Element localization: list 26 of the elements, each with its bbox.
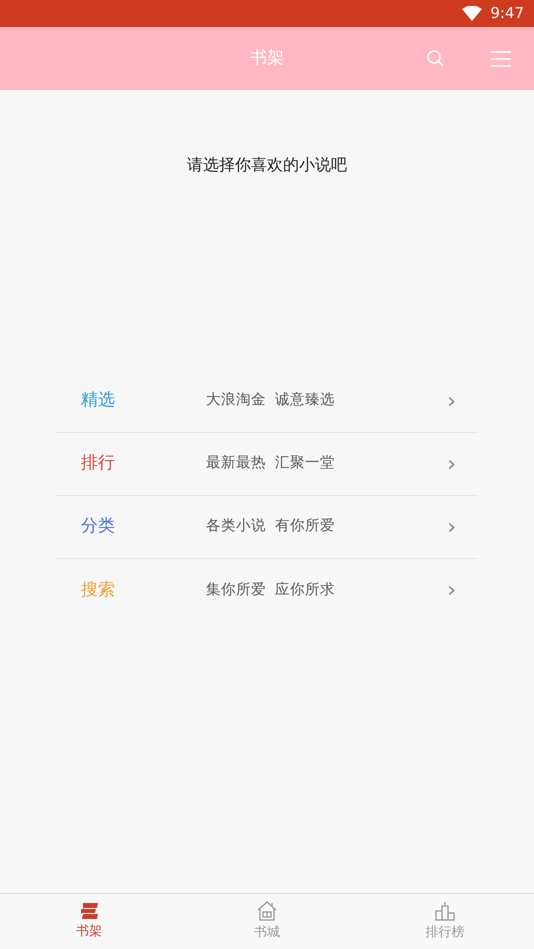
menu-item[interactable]: 分类 各类小说 有你所爱 › [55, 496, 478, 559]
wifi-icon [462, 6, 482, 21]
prompt-text: 请选择你喜欢的小说吧 [187, 154, 347, 176]
menu-title: 分类 [81, 515, 116, 538]
bookshelf-icon [79, 902, 99, 920]
chevron-icon: › [447, 448, 456, 480]
menu-item[interactable]: 精选 大浪淘金 诚意臻选 › [55, 370, 478, 433]
nav-tab[interactable]: 书架 [0, 894, 178, 949]
menu-title: 搜索 [81, 578, 116, 602]
house-icon [256, 900, 278, 921]
menu-subtitle: 各类小说 有你所爱 [206, 517, 336, 536]
menu-item[interactable]: 排行 最新最热 汇聚一堂 › [55, 433, 478, 496]
page-title: 书架 [250, 46, 284, 70]
menu-subtitle: 集你所爱 应你所求 [206, 580, 336, 600]
chevron-icon: › [447, 384, 456, 418]
menu-subtitle: 最新最热 汇聚一堂 [206, 454, 336, 474]
menu-item[interactable]: 搜索 集你所爱 应你所求 › [55, 559, 478, 622]
menu-subtitle: 大浪淘金 诚意臻选 [206, 390, 336, 410]
chevron-icon: › [447, 574, 456, 607]
menu-icon [490, 50, 512, 68]
clock: 9:47 [490, 3, 524, 24]
search-icon [426, 49, 446, 70]
menu-title: 排行 [81, 452, 116, 476]
menu-title: 精选 [81, 389, 116, 412]
chevron-icon: › [447, 510, 456, 544]
podium-icon [434, 900, 456, 921]
